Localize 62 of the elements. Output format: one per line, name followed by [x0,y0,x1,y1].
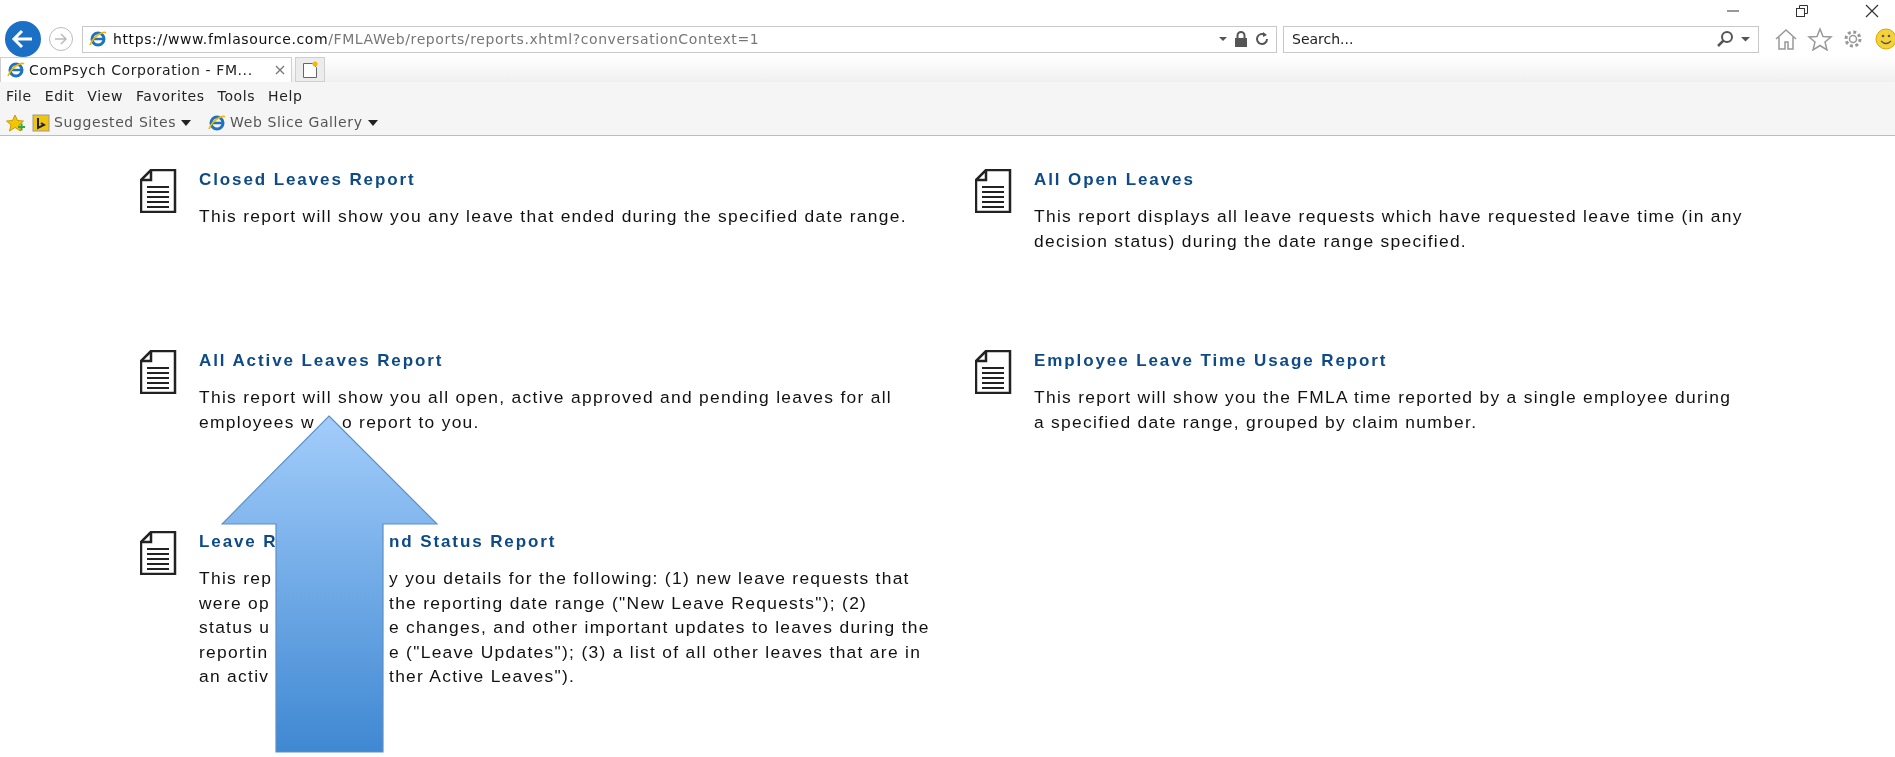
favorites-link[interactable]: Web Slice Gallery [208,112,379,133]
back-button[interactable] [4,20,42,58]
home-icon[interactable] [1773,27,1799,51]
report-link[interactable]: Employee Leave Time Usage Report [1034,350,1388,372]
dropdown-caret-icon [180,117,193,128]
report-description: decision status) during the date range specified. [1034,229,1467,253]
document-icon [140,531,177,575]
new-tab-button[interactable] [295,57,325,82]
report-description: This rep [199,567,273,590]
search-box[interactable]: Search... [1283,25,1759,53]
search-icon[interactable] [1716,30,1734,48]
lock-icon [1234,31,1248,47]
report-link[interactable]: All Active Leaves Report [199,350,444,372]
browser-logo-icon [7,61,25,79]
dropdown-caret-icon[interactable] [1740,34,1752,44]
report-description: a specified date range, grouped by claim number. [1034,410,1478,434]
menu-item[interactable]: View [87,85,123,107]
report-link[interactable]: nd Status Report [389,531,557,553]
report-description: were op [199,591,270,615]
favorites-star-icon[interactable] [6,113,26,132]
report-link[interactable]: Leave R [199,531,278,553]
report-description: This report will show you any leave that ended during the specified date range. [199,205,907,228]
report-description: e ("Leave Updates"); (3) a list of all other leaves that are in [389,640,922,664]
menu-item[interactable]: Tools [217,85,256,107]
document-icon [140,169,177,213]
report-description: y you details for the following: (1) new leave requests that [389,567,910,590]
menu-item[interactable]: Favorites [135,85,205,107]
report-description: ther Active Leaves"). [389,665,576,688]
report-description: reportin [199,640,269,664]
search-field[interactable]: Search... [1290,27,1716,51]
new-tab-icon [302,60,318,79]
menu-item[interactable]: Help [268,85,303,107]
document-icon [140,350,177,394]
report-description: This report displays all leave requests which have requested leave time (in any [1034,205,1743,228]
smiley-icon[interactable] [1873,27,1895,51]
browser-tab[interactable]: ComPsych Corporation - FM... [0,57,292,82]
close-icon[interactable] [1865,4,1879,18]
bing-logo-icon [32,113,50,132]
favorites-link[interactable]: Suggested Sites [32,112,193,133]
dropdown-caret-icon[interactable] [1218,34,1228,44]
report-link[interactable]: All Open Leaves [1034,169,1195,191]
report-description: e changes, and other important updates to leaves during the [389,616,930,639]
report-description: status u [199,616,271,639]
dropdown-caret-icon [366,117,379,128]
report-link[interactable]: Closed Leaves Report [199,169,416,191]
report-description: an activ [199,665,270,688]
address-bar[interactable]: https://www.fmlasource.com/FMLAWeb/reports/reports.xhtml?conversationContext=1 [82,25,1277,53]
menu-item[interactable]: Edit [44,85,75,107]
report-description: This report will show you the FMLA time reported by a single employee during [1034,386,1732,409]
menu-item[interactable]: File [6,85,32,107]
restore-icon[interactable] [1795,4,1809,18]
document-icon [975,350,1012,394]
report-description: the reporting date range ("New Leave Requests"); (2) [389,591,868,615]
url-text: https://www.fmlasource.com/FMLAWeb/reports/reports.xhtml?conversationContext=1 [113,29,761,49]
report-description: This report will show you all open, active approved and pending leaves for all [199,386,893,409]
browser-logo-icon [89,30,107,48]
browser-logo-icon [208,113,227,132]
star-icon[interactable] [1807,27,1833,51]
document-icon [975,169,1012,213]
report-description: o report to you. [341,410,480,434]
report-description: employees w [199,410,315,434]
refresh-icon[interactable] [1254,31,1270,47]
